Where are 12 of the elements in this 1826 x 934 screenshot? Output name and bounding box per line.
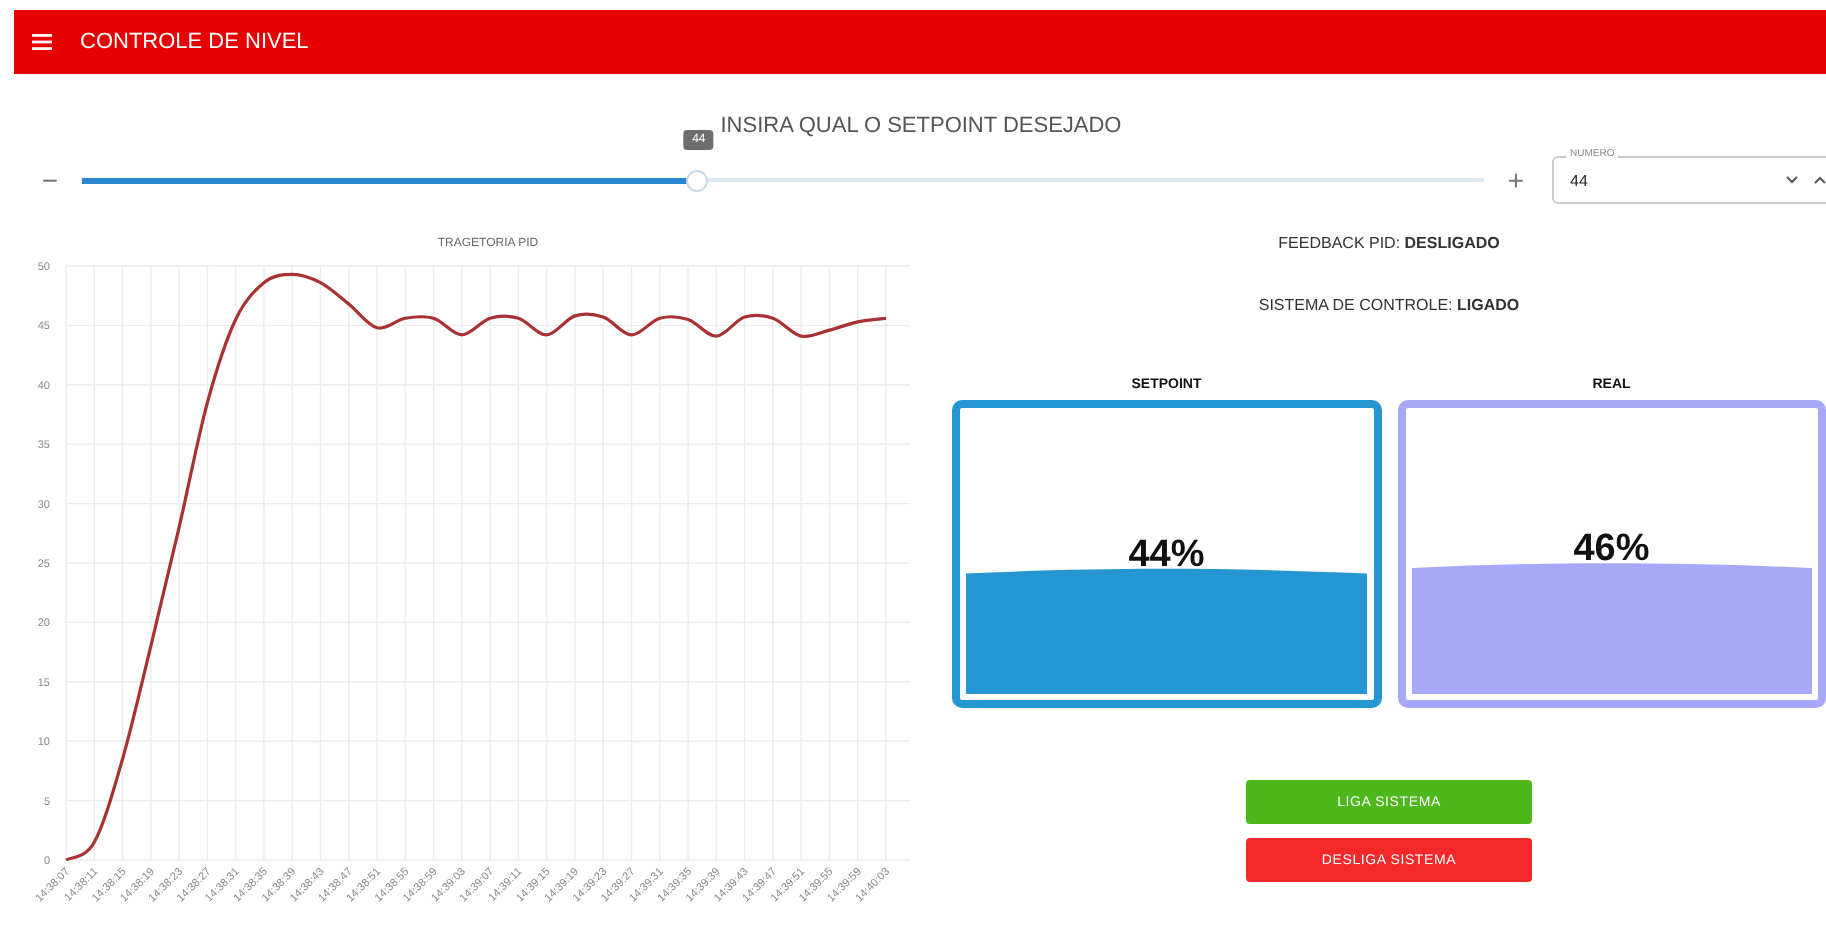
chevron-up-icon[interactable] (1814, 176, 1826, 184)
level-percentage: 44% (1126, 533, 1207, 578)
status-text: FEEDBACK PID: DESLIGADO (1278, 232, 1500, 256)
decrease-button[interactable]: − (24, 164, 76, 196)
level-percentage: 46% (1571, 527, 1652, 572)
chevron-down-icon[interactable] (1786, 176, 1798, 184)
app-title: CONTROLE DE NIVEL (80, 30, 309, 54)
menu-icon[interactable] (32, 34, 52, 50)
slider-thumb[interactable] (686, 169, 709, 191)
status-text: SISTEMA DE CONTROLE: LIGADO (1258, 294, 1520, 318)
field-value: 44 (1570, 171, 1590, 189)
increase-button[interactable]: + (1490, 164, 1542, 196)
